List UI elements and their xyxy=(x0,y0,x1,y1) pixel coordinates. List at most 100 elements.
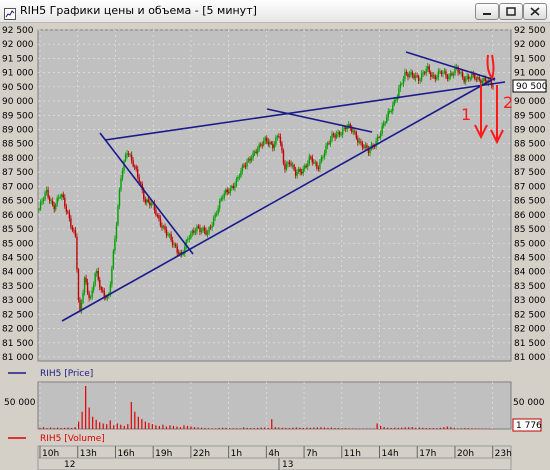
candle-body xyxy=(338,131,341,135)
candle-body xyxy=(454,67,456,74)
candle-body xyxy=(379,133,382,138)
candle-body xyxy=(484,78,487,81)
volume-bar xyxy=(155,425,157,429)
candle-body xyxy=(341,129,344,135)
candle-body xyxy=(196,226,198,232)
candle-body xyxy=(202,227,204,231)
candle-body xyxy=(387,111,389,118)
candle-body xyxy=(433,75,435,77)
candle-body xyxy=(229,187,232,193)
candle-body xyxy=(366,145,368,148)
volume-bar xyxy=(373,428,375,430)
volume-bar xyxy=(92,416,94,429)
candle-body xyxy=(439,71,441,73)
candle-body xyxy=(305,165,307,167)
volume-bar xyxy=(74,427,76,429)
candle-body xyxy=(162,226,165,228)
price-tick-label-right: 91 000 xyxy=(514,69,546,79)
price-tick-label-right: 85 500 xyxy=(514,225,546,235)
candle-body xyxy=(408,74,411,77)
candle-body xyxy=(99,279,101,288)
last-price-value: 90 500 xyxy=(516,82,548,92)
candle-body xyxy=(92,284,95,291)
volume-bar xyxy=(390,427,392,429)
maximize-button[interactable] xyxy=(499,3,523,20)
volume-bar xyxy=(207,428,210,429)
candle-body xyxy=(114,238,116,251)
volume-bar xyxy=(162,424,164,429)
candle-body xyxy=(436,77,438,80)
volume-bar xyxy=(337,428,340,429)
candle-body xyxy=(407,73,409,77)
candle-body xyxy=(174,244,177,247)
candle-body xyxy=(475,78,477,80)
volume-bar xyxy=(148,422,150,429)
volume-bar xyxy=(179,427,182,429)
candle-body xyxy=(208,227,210,233)
volume-bar xyxy=(481,428,484,430)
candle-body xyxy=(352,131,355,133)
candle-body xyxy=(228,192,230,193)
price-tick-label-right: 92 500 xyxy=(514,26,546,36)
volume-bar xyxy=(376,423,378,429)
candle-body xyxy=(332,133,335,136)
price-tick-label-left: 83 500 xyxy=(2,282,34,292)
candle-body xyxy=(243,165,245,167)
volume-bar xyxy=(411,427,413,429)
candle-body xyxy=(360,141,362,143)
candle-body xyxy=(288,162,291,164)
volume-bar xyxy=(232,428,234,429)
candle-body xyxy=(358,141,361,143)
volume-bar xyxy=(214,428,217,429)
candle-body xyxy=(212,217,215,226)
candle-body xyxy=(171,240,174,245)
candle-body xyxy=(308,156,310,164)
candle-body xyxy=(477,77,479,80)
volume-bar xyxy=(260,427,262,429)
volume-plot-area[interactable] xyxy=(37,381,512,430)
candle-body xyxy=(364,145,367,148)
volume-bar xyxy=(365,428,368,430)
candle-body xyxy=(258,144,260,150)
candle-body xyxy=(200,230,203,232)
candle-body xyxy=(307,163,309,167)
chart-window-body[interactable]: 92 500 92 000 91 500 91 000 90 500 90 000 89 5… xyxy=(0,22,550,470)
price-tick-label-right: 82 500 xyxy=(514,310,546,320)
volume-bar xyxy=(485,428,487,430)
volume-bar xyxy=(71,427,73,429)
candle-body xyxy=(430,72,432,77)
candle-body xyxy=(211,225,213,228)
candle-body xyxy=(474,74,476,79)
candle-body xyxy=(214,213,216,218)
volume-legend-label: RIH5 [Volume] xyxy=(40,434,105,444)
candle-body xyxy=(304,165,306,169)
volume-bar xyxy=(39,427,41,429)
candle-body xyxy=(65,206,68,212)
volume-bar xyxy=(422,427,424,429)
candle-body xyxy=(464,78,467,82)
price-tick-label-left: 86 500 xyxy=(2,197,34,207)
candle-body xyxy=(272,143,274,149)
price-tick-label-left: 81 500 xyxy=(2,339,34,349)
candle-body xyxy=(278,136,280,137)
price-plot-area[interactable] xyxy=(37,29,512,362)
time-tick-label: 14h xyxy=(382,449,399,459)
candle-body xyxy=(337,131,339,135)
price-tick-label-left: 90 000 xyxy=(2,97,34,107)
price-tick-label-left: 89 000 xyxy=(2,126,34,136)
volume-bar xyxy=(190,426,192,429)
price-tick-label-left: 82 000 xyxy=(2,325,34,335)
candle-body xyxy=(275,137,277,145)
volume-bar xyxy=(253,428,255,429)
volume-bar xyxy=(348,428,350,429)
price-tick-label-left: 92 500 xyxy=(2,26,34,36)
volume-bar xyxy=(123,425,125,429)
volume-bar xyxy=(467,428,470,429)
candle-body xyxy=(111,267,113,285)
close-button[interactable] xyxy=(523,3,547,20)
minimize-button[interactable] xyxy=(475,3,499,20)
candle-body xyxy=(416,75,418,77)
volume-bar xyxy=(120,424,122,429)
volume-bar xyxy=(197,427,199,429)
candle-body xyxy=(395,99,397,101)
